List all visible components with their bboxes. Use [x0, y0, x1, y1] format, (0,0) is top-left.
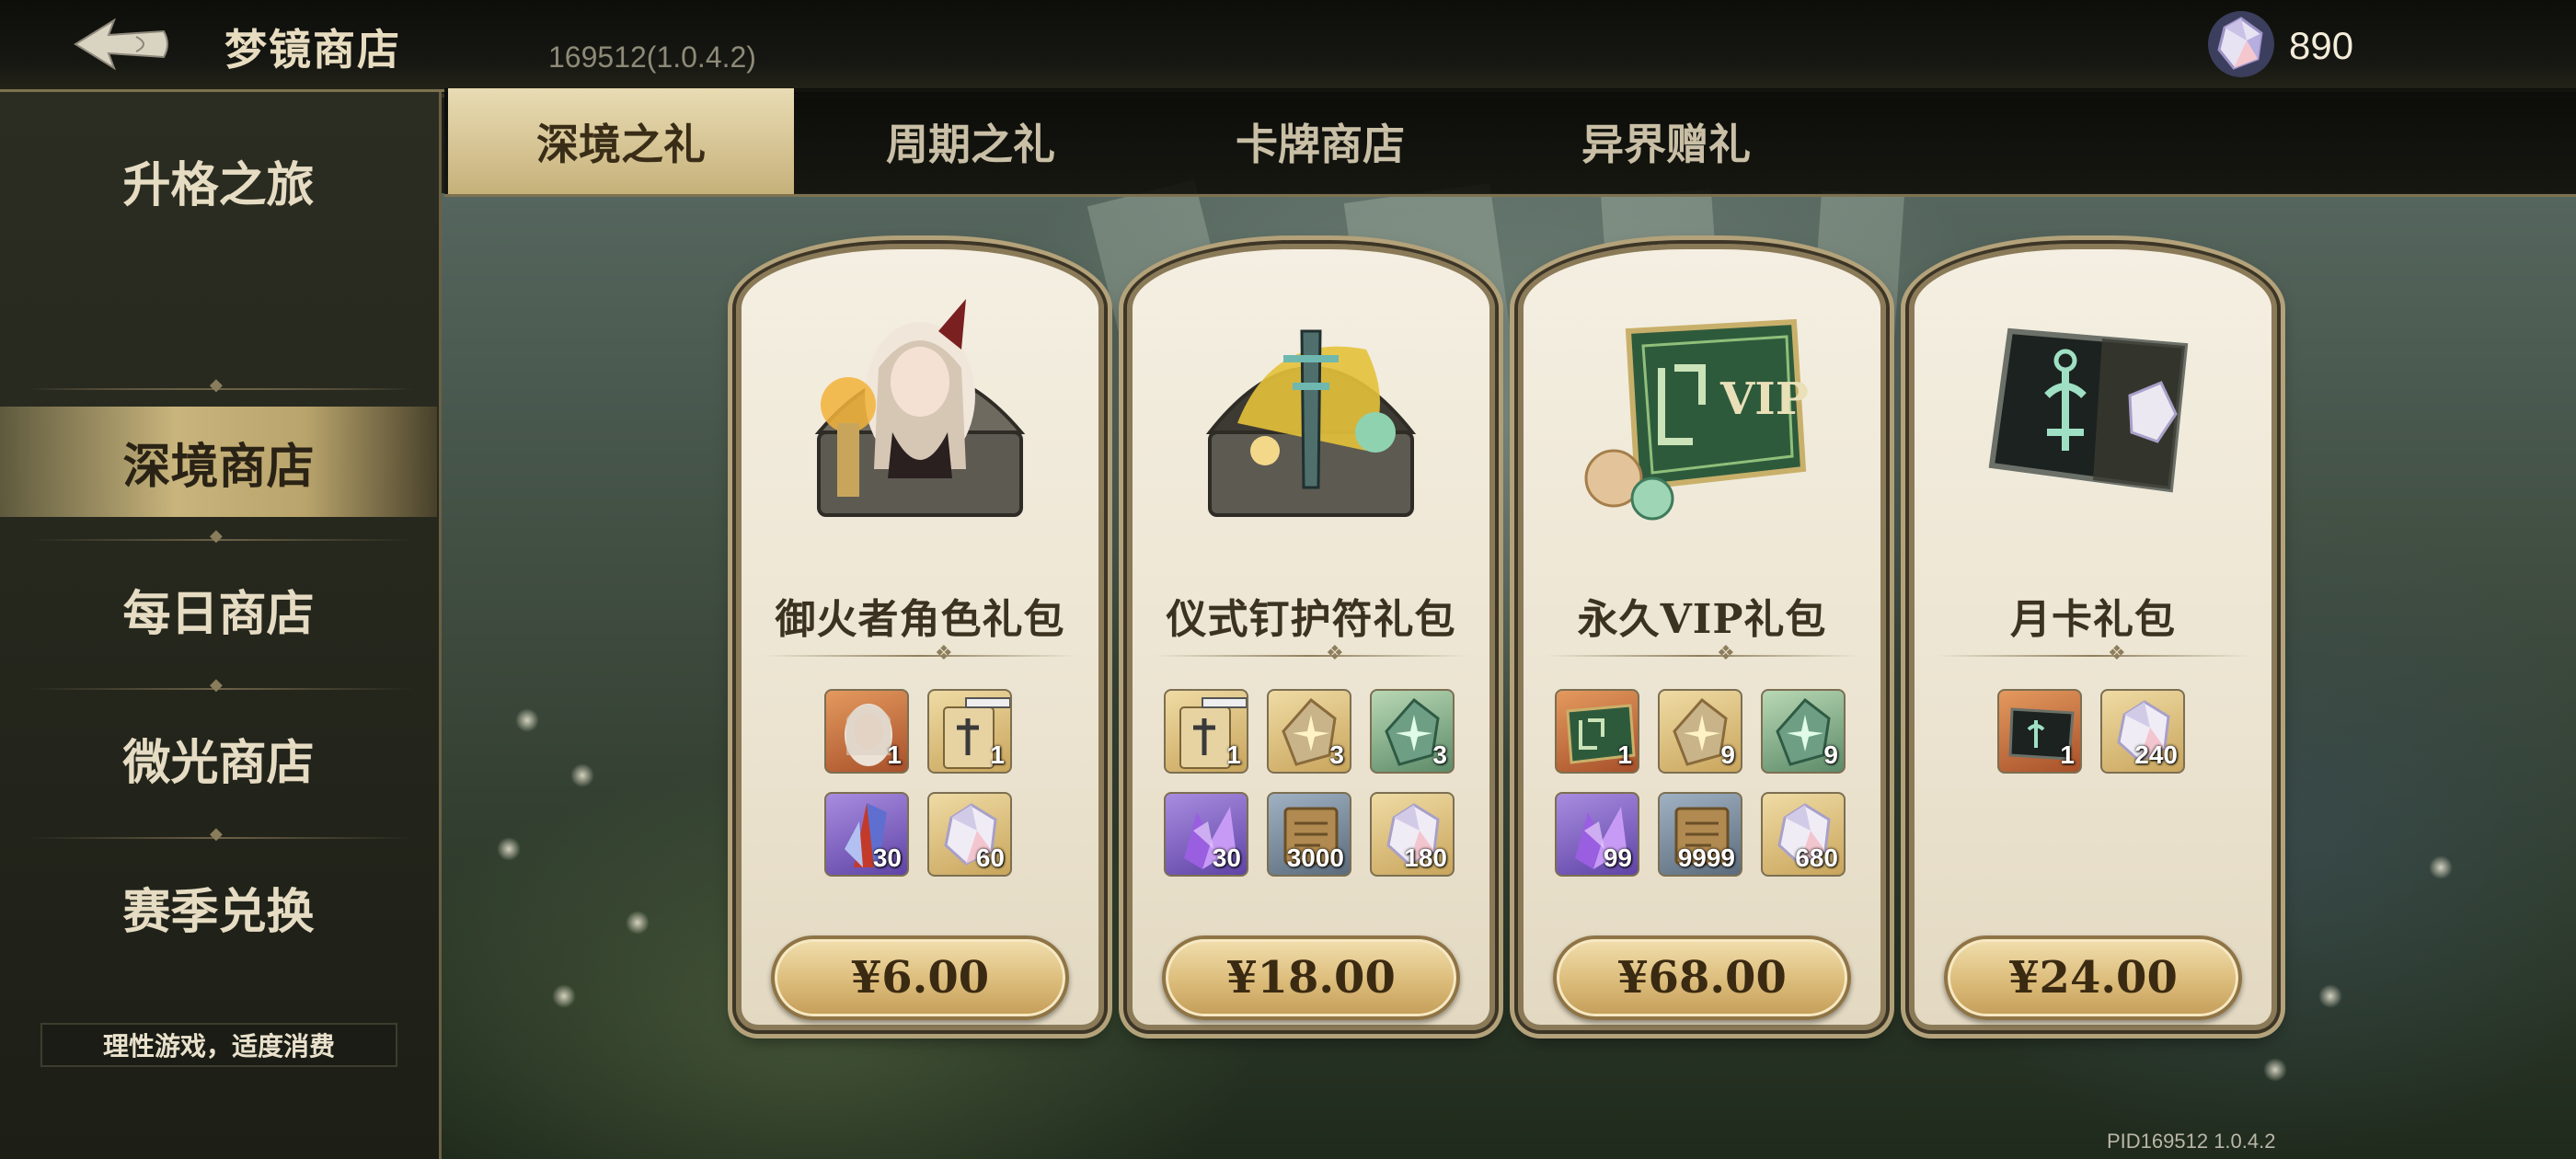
pid-version-label: PID169512 1.0.4.2 — [2107, 1130, 2276, 1153]
sidebar: 升格之旅 深境商店 每日商店 微光商店 赛季兑换 理性游戏，适度消费 — [0, 92, 442, 1159]
reward-slot[interactable]: 3 — [1267, 689, 1351, 774]
tab-label: 周期之礼 — [886, 119, 1055, 169]
reward-qty: 9999 — [1677, 843, 1735, 872]
tab-deep-gift[interactable]: 深境之礼 — [448, 88, 794, 194]
spending-notice: 理性游戏，适度消费 — [40, 1023, 397, 1067]
sidebar-item-label: 微光商店 — [122, 734, 315, 791]
tab-label: 异界赠礼 — [1581, 119, 1751, 169]
back-arrow-icon — [74, 17, 168, 71]
sidebar-item-season-exchange[interactable]: 赛季兑换 — [0, 852, 437, 962]
sidebar-item-label: 升格之旅 — [122, 156, 315, 213]
svg-text:VIP: VIP — [1719, 373, 1809, 425]
pack-card[interactable]: 月卡礼包 1 240 ¥24.00 — [1909, 244, 2277, 1030]
reward-qty: 60 — [975, 843, 1005, 872]
crystal-icon — [2206, 9, 2276, 79]
reward-slot[interactable]: 30 — [824, 792, 909, 877]
card-divider — [1937, 642, 2249, 665]
price-label: ¥6.00 — [850, 952, 990, 1004]
sidebar-divider — [28, 824, 414, 843]
price-label: ¥68.00 — [1617, 952, 1787, 1004]
tab-bar: 深境之礼 周期之礼 卡牌商店 异界赠礼 — [444, 88, 2576, 197]
reward-qty: 99 — [1603, 843, 1632, 872]
reward-qty: 680 — [1795, 843, 1838, 872]
sidebar-divider — [28, 526, 414, 545]
character-chest-icon — [791, 294, 1049, 543]
reward-qty: 1 — [1226, 740, 1241, 769]
version-label: 169512(1.0.4.2) — [548, 40, 756, 74]
reward-slot[interactable]: 9999 — [1658, 792, 1742, 877]
pack-card[interactable]: VIP 永久VIP礼包 1 9 9 99 — [1518, 244, 1886, 1030]
buy-button[interactable]: ¥18.00 — [1162, 935, 1460, 1020]
back-button[interactable] — [72, 15, 173, 74]
tab-label: 深境之礼 — [536, 119, 706, 169]
sidebar-item-glimmer-shop[interactable]: 微光商店 — [0, 703, 437, 813]
pack-title: 月卡礼包 — [2010, 596, 2176, 643]
reward-qty: 1 — [990, 740, 1005, 769]
month-card-icon — [1964, 294, 2222, 543]
tab-label: 卡牌商店 — [1236, 119, 1405, 169]
sidebar-divider — [28, 375, 414, 395]
reward-qty: 3 — [1329, 740, 1344, 769]
card-divider — [1546, 642, 1858, 665]
reward-slot[interactable]: 30 — [1164, 792, 1248, 877]
reward-qty: 30 — [872, 843, 902, 872]
tab-card-shop[interactable]: 卡牌商店 — [1147, 88, 1493, 194]
reward-qty: 180 — [1404, 843, 1447, 872]
sidebar-item-label: 赛季兑换 — [122, 883, 315, 940]
reward-slot[interactable]: 3 — [1370, 689, 1455, 774]
reward-slot[interactable]: 1 — [824, 689, 909, 774]
reward-slot[interactable]: 9 — [1761, 689, 1846, 774]
sidebar-item-label: 深境商店 — [122, 438, 315, 495]
sidebar-item-ascension[interactable]: 升格之旅 — [0, 125, 437, 235]
reward-qty: 30 — [1212, 843, 1241, 872]
reward-qty: 9 — [1720, 740, 1735, 769]
tab-otherworld-gift[interactable]: 异界赠礼 — [1493, 88, 1839, 194]
reward-slot[interactable]: 60 — [927, 792, 1012, 877]
reward-qty: 1 — [2060, 740, 2075, 769]
tab-cycle-gift[interactable]: 周期之礼 — [798, 88, 1144, 194]
currency-value: 890 — [2289, 24, 2354, 67]
buy-button[interactable]: ¥24.00 — [1944, 935, 2242, 1020]
reward-slot[interactable]: 1 — [1997, 689, 2082, 774]
pack-title: 永久VIP礼包 — [1577, 596, 1827, 643]
reward-slot[interactable]: 9 — [1658, 689, 1742, 774]
pack-title: 仪式钉护符礼包 — [1166, 596, 1456, 643]
card-divider — [1155, 642, 1467, 665]
reward-slot[interactable]: 1 — [1164, 689, 1248, 774]
sidebar-divider — [28, 675, 414, 694]
pack-title: 御火者角色礼包 — [775, 596, 1065, 643]
vip-card-icon: VIP — [1573, 294, 1831, 543]
top-bar: 梦镜商店 169512(1.0.4.2) 890 — [0, 0, 2576, 98]
reward-slot[interactable]: 3000 — [1267, 792, 1351, 877]
reward-slot[interactable]: 240 — [2100, 689, 2185, 774]
price-label: ¥18.00 — [1226, 952, 1396, 1004]
reward-slot[interactable]: 1 — [927, 689, 1012, 774]
sidebar-item-deep-shop[interactable]: 深境商店 — [0, 407, 437, 517]
price-label: ¥24.00 — [2008, 952, 2178, 1004]
pack-card[interactable]: 仪式钉护符礼包 1 3 3 30 — [1127, 244, 1495, 1030]
sidebar-item-label: 每日商店 — [122, 585, 315, 642]
reward-slot[interactable]: 180 — [1370, 792, 1455, 877]
pack-card[interactable]: 御火者角色礼包 1 1 30 60 ¥6.00 — [736, 244, 1104, 1030]
reward-qty: 3000 — [1286, 843, 1344, 872]
reward-qty: 240 — [2134, 740, 2178, 769]
reward-qty: 1 — [1617, 740, 1632, 769]
reward-qty: 3 — [1432, 740, 1447, 769]
amulet-chest-icon — [1182, 294, 1440, 543]
reward-slot[interactable]: 99 — [1555, 792, 1639, 877]
page-title: 梦镜商店 — [224, 25, 401, 75]
reward-qty: 9 — [1823, 740, 1838, 769]
buy-button[interactable]: ¥68.00 — [1553, 935, 1851, 1020]
reward-qty: 1 — [887, 740, 902, 769]
buy-button[interactable]: ¥6.00 — [771, 935, 1069, 1020]
reward-slot[interactable]: 680 — [1761, 792, 1846, 877]
reward-slot[interactable]: 1 — [1555, 689, 1639, 774]
card-divider — [764, 642, 1076, 665]
sidebar-item-daily-shop[interactable]: 每日商店 — [0, 554, 437, 664]
